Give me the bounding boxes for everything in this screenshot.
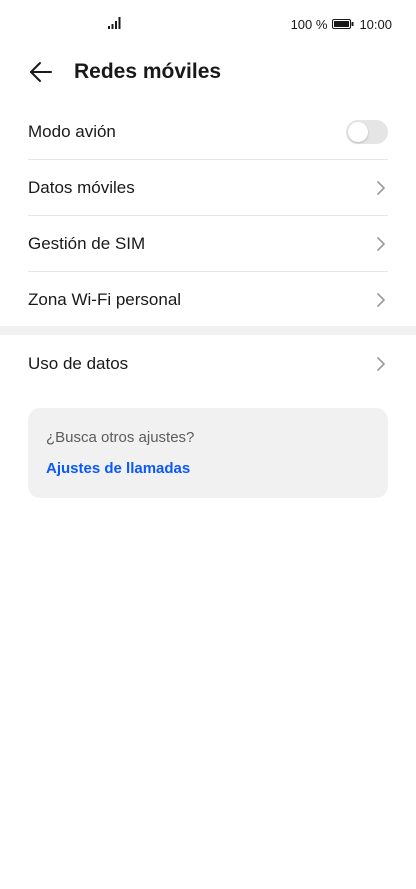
chevron-right-icon: [377, 237, 385, 251]
personal-hotspot-label: Zona Wi-Fi personal: [28, 290, 182, 309]
suggestion-card: ¿Busca otros ajustes? Ajustes de llamada…: [28, 408, 388, 498]
airplane-mode-label: Modo avión: [28, 122, 116, 141]
arrow-left-icon[interactable]: [28, 59, 54, 85]
mobile-networks-screen: 100 % 10:00 Redes móviles Modo avión Dat…: [0, 0, 416, 889]
page-header: Redes móviles: [0, 48, 416, 96]
signal-bars-icon: [108, 17, 121, 29]
battery-full-icon: [332, 19, 354, 29]
chevron-right-icon: [377, 181, 385, 195]
call-settings-link[interactable]: Ajustes de llamadas: [46, 459, 190, 479]
mobile-data-label: Datos móviles: [28, 178, 135, 197]
network-settings-list: Modo avión Datos móviles Gestión de SIM …: [0, 104, 416, 328]
section-divider: [0, 326, 416, 335]
status-right-group: 100 % 10:00: [291, 16, 392, 32]
chevron-right-icon: [377, 357, 385, 371]
data-usage-row[interactable]: Uso de datos: [28, 336, 388, 392]
data-usage-list: Uso de datos: [0, 336, 416, 392]
status-time: 10:00: [359, 16, 392, 32]
airplane-mode-toggle[interactable]: [346, 120, 388, 144]
mobile-data-row[interactable]: Datos móviles: [28, 160, 388, 216]
battery-percentage: 100 %: [290, 16, 328, 32]
page-title: Redes móviles: [74, 60, 222, 83]
toggle-knob: [348, 122, 368, 142]
sim-management-label: Gestión de SIM: [28, 234, 146, 253]
suggestion-question: ¿Busca otros ajustes?: [46, 429, 195, 446]
personal-hotspot-row[interactable]: Zona Wi-Fi personal: [28, 272, 388, 328]
chevron-right-icon: [377, 293, 385, 307]
status-bar: 100 % 10:00: [0, 0, 416, 48]
data-usage-label: Uso de datos: [28, 354, 129, 373]
sim-management-row[interactable]: Gestión de SIM: [28, 216, 388, 272]
airplane-mode-row[interactable]: Modo avión: [28, 104, 388, 160]
